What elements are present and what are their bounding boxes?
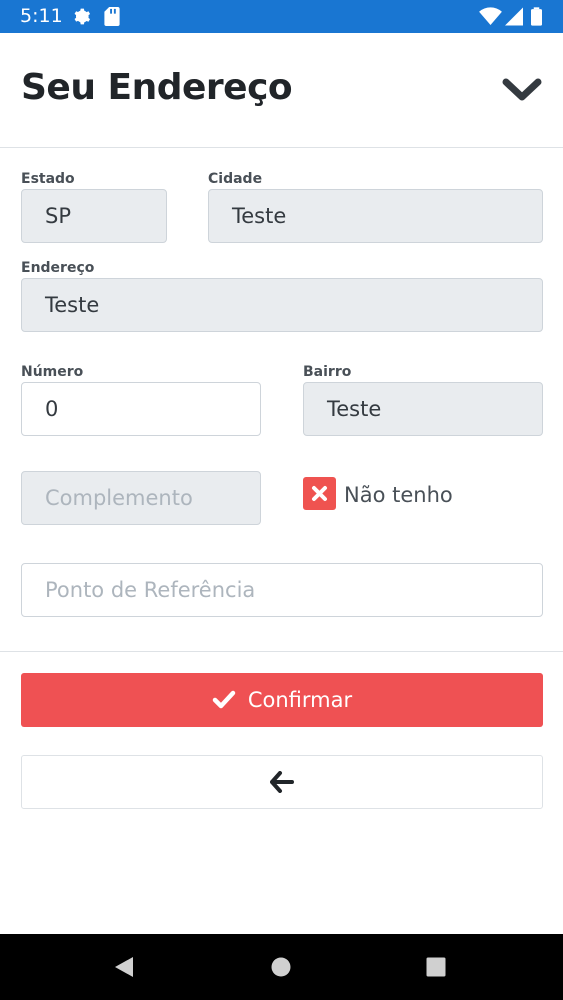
- nao-tenho-label[interactable]: Não tenho: [344, 483, 453, 507]
- complemento-input: Complemento: [21, 471, 261, 525]
- status-time: 5:11: [20, 5, 63, 27]
- sd-card-icon: [104, 7, 120, 26]
- divider: [0, 651, 563, 652]
- back-button[interactable]: [21, 755, 543, 809]
- settings-icon: [74, 8, 91, 25]
- wifi-icon: [479, 7, 502, 26]
- ponto-referencia-input[interactable]: Ponto de Referência: [21, 563, 543, 617]
- arrow-left-icon: [270, 771, 294, 793]
- estado-field: SP: [21, 189, 167, 243]
- numero-input[interactable]: 0: [21, 382, 261, 436]
- endereco-field: Teste: [21, 278, 543, 332]
- cidade-field: Teste: [208, 189, 543, 243]
- page-header: Seu Endereço: [0, 33, 563, 148]
- endereco-label: Endereço: [21, 260, 95, 276]
- confirm-button[interactable]: Confirmar: [21, 673, 543, 727]
- estado-label: Estado: [21, 171, 75, 187]
- bairro-input[interactable]: Teste: [303, 382, 543, 436]
- chevron-down-icon[interactable]: [502, 77, 542, 103]
- nav-recents-icon[interactable]: [426, 957, 446, 977]
- bairro-label: Bairro: [303, 364, 352, 380]
- confirm-label: Confirmar: [247, 688, 353, 712]
- nav-back-icon[interactable]: [113, 956, 135, 978]
- numero-label: Número: [21, 364, 84, 380]
- cidade-label: Cidade: [208, 171, 263, 187]
- close-icon: [312, 486, 327, 501]
- status-bar: 5:11: [0, 0, 563, 33]
- page-title: Seu Endereço: [21, 67, 293, 108]
- battery-icon: [531, 7, 542, 26]
- nav-home-icon[interactable]: [271, 957, 291, 977]
- signal-icon: [505, 7, 523, 26]
- navigation-bar: [0, 934, 563, 1000]
- check-icon: [212, 690, 236, 709]
- nao-tenho-checkbox[interactable]: [303, 477, 336, 510]
